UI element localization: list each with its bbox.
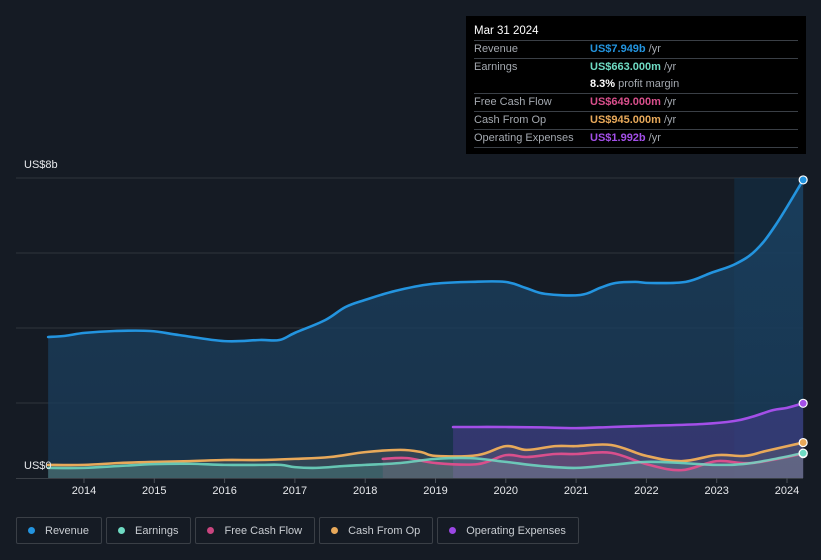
x-tick-label: 2023 — [704, 485, 729, 497]
tooltip-row-earnings: Earnings US$663.000m /yr — [474, 59, 798, 76]
legend-item-free-cash-flow[interactable]: Free Cash Flow — [195, 517, 316, 544]
x-tick-label: 2024 — [774, 485, 800, 497]
operating-expenses-dot-icon — [449, 527, 457, 534]
tooltip-unit: /yr — [648, 132, 661, 144]
tooltip-row-cash-from-op: Cash From Op US$945.000m /yr — [474, 112, 798, 130]
legend-label: Revenue — [45, 524, 90, 537]
tooltip-unit: /yr — [663, 114, 677, 126]
legend-item-operating-expenses[interactable]: Operating Expenses — [437, 517, 579, 544]
legend-item-earnings[interactable]: Earnings — [106, 517, 192, 544]
x-tick-label: 2018 — [352, 485, 378, 497]
tooltip-row-revenue: Revenue US$7.949b /yr — [474, 41, 798, 59]
tooltip-unit: /yr — [663, 61, 677, 73]
tooltip-label: Cash From Op — [474, 114, 547, 126]
tooltip-date: Mar 31 2024 — [474, 22, 798, 41]
x-tick-label: 2021 — [563, 485, 589, 497]
legend-label: Cash From Op — [348, 524, 421, 537]
profit-margin-text: profit margin — [618, 78, 680, 90]
x-tick-label: 2014 — [71, 485, 97, 497]
tooltip-unit: /yr — [663, 96, 677, 108]
legend-item-cash-from-op[interactable]: Cash From Op — [319, 517, 434, 544]
revenue-dot-icon — [28, 527, 35, 534]
tooltip-value: US$1.992b — [590, 132, 646, 144]
tooltip-value: US$7.949b — [590, 43, 646, 55]
tooltip-row-profit-margin: 8.3% profit margin — [474, 76, 798, 94]
tooltip-row-operating-expenses: Operating Expenses US$1.992b /yr — [474, 130, 798, 148]
earnings-endpoint — [798, 448, 808, 458]
legend-label: Free Cash Flow — [224, 524, 303, 537]
tooltip-value: US$649.000m — [590, 96, 661, 108]
x-tick-label: 2017 — [282, 485, 308, 497]
x-tick-label: 2019 — [423, 485, 448, 497]
y-axis-min-label: US$0 — [24, 460, 52, 472]
x-tick-label: 2020 — [493, 485, 519, 497]
series-areas — [48, 179, 804, 478]
tooltip-label: Revenue — [474, 43, 519, 55]
cash-from-op-dot-icon — [331, 527, 339, 534]
legend: Revenue Earnings Free Cash Flow Cash Fro… — [16, 517, 579, 544]
legend-label: Operating Expenses — [466, 524, 566, 537]
free-cash-flow-dot-icon — [207, 527, 215, 534]
earnings-dot-icon — [118, 527, 126, 534]
tooltip-value: US$945.000m — [590, 114, 661, 126]
tooltip-unit: /yr — [648, 43, 661, 55]
x-tick-label: 2016 — [212, 485, 237, 497]
cash-from-op-endpoint — [798, 437, 808, 448]
legend-label: Earnings — [135, 524, 179, 537]
profit-margin-value: 8.3% — [590, 78, 616, 90]
x-tick-label: 2022 — [634, 485, 659, 497]
tooltip-label: Free Cash Flow — [474, 96, 552, 108]
tooltip: Mar 31 2024 Revenue US$7.949b /yr Earnin… — [466, 16, 806, 154]
x-tick-label: 2015 — [142, 485, 167, 497]
tooltip-label: Earnings — [474, 61, 518, 73]
tooltip-label: Operating Expenses — [474, 132, 574, 144]
operating-expenses-endpoint — [798, 398, 808, 408]
tooltip-value: US$663.000m — [590, 61, 661, 73]
y-axis-max-label: US$8b — [24, 159, 58, 171]
tooltip-row-free-cash-flow: Free Cash Flow US$649.000m /yr — [474, 94, 798, 112]
legend-item-revenue[interactable]: Revenue — [16, 517, 103, 544]
revenue-endpoint — [798, 175, 808, 185]
